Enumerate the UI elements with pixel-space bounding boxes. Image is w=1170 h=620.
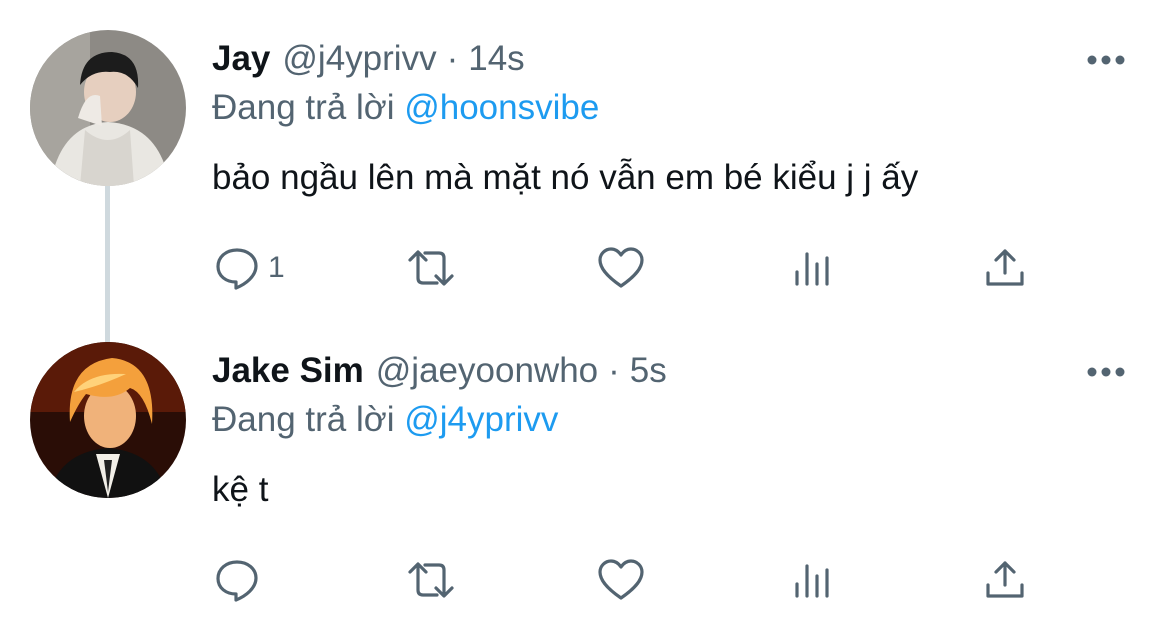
separator-dot: · (608, 351, 620, 390)
like-button[interactable] (597, 238, 653, 298)
tweet-header: Jay @j4yprivv · 14s (212, 34, 525, 84)
share-button[interactable] (984, 550, 1026, 610)
tweet-actions: 1 (0, 238, 1170, 298)
tweet[interactable]: Jay @j4yprivv · 14s Đang trả lời @hoonsv… (0, 30, 1170, 310)
avatar[interactable] (30, 342, 186, 498)
replying-to-label: Đang trả lời (212, 88, 395, 127)
tweet-text: kệ t (212, 470, 269, 509)
timestamp[interactable]: 14s (468, 39, 524, 79)
mention-link[interactable]: @j4yprivv (404, 400, 558, 439)
replying-to: Đang trả lời @j4yprivv (212, 400, 558, 440)
tweet-text: bảo ngầu lên mà mặt nó vẫn em bé kiểu j … (212, 158, 919, 197)
user-handle[interactable]: @j4yprivv (282, 39, 436, 79)
share-button[interactable] (984, 238, 1026, 298)
more-options-button[interactable] (1084, 38, 1128, 82)
reply-icon (216, 248, 258, 290)
share-icon (986, 561, 1024, 598)
mention-link[interactable]: @hoonsvibe (404, 88, 599, 127)
more-options-button[interactable] (1084, 350, 1128, 394)
display-name[interactable]: Jake Sim (212, 351, 364, 391)
tweet-header: Jake Sim @jaeyoonwho · 5s (212, 346, 667, 396)
share-icon (986, 249, 1024, 286)
more-icon (1087, 55, 1125, 65)
user-handle[interactable]: @jaeyoonwho (376, 351, 598, 391)
timestamp[interactable]: 5s (630, 351, 667, 391)
views-button[interactable] (793, 238, 841, 298)
retweet-button[interactable] (404, 550, 466, 610)
display-name[interactable]: Jay (212, 39, 270, 79)
views-button[interactable] (793, 550, 841, 610)
views-icon (795, 564, 829, 598)
reply-count: 1 (268, 251, 285, 284)
reply-button[interactable] (214, 550, 268, 610)
retweet-icon (408, 250, 454, 286)
like-icon (598, 559, 644, 600)
separator-dot: · (446, 39, 459, 78)
avatar[interactable] (30, 30, 186, 186)
reply-icon (216, 560, 258, 602)
views-icon (795, 252, 829, 286)
retweet-button[interactable] (404, 238, 466, 298)
like-icon (598, 247, 644, 288)
replying-to: Đang trả lời @hoonsvibe (212, 88, 599, 128)
replying-to-label: Đang trả lời (212, 400, 395, 439)
tweet-actions (0, 550, 1170, 610)
more-icon (1087, 367, 1125, 377)
like-button[interactable] (597, 550, 653, 610)
reply-button[interactable]: 1 (214, 238, 285, 298)
retweet-icon (408, 562, 454, 598)
tweet[interactable]: Jake Sim @jaeyoonwho · 5s Đang trả lời @… (0, 342, 1170, 620)
